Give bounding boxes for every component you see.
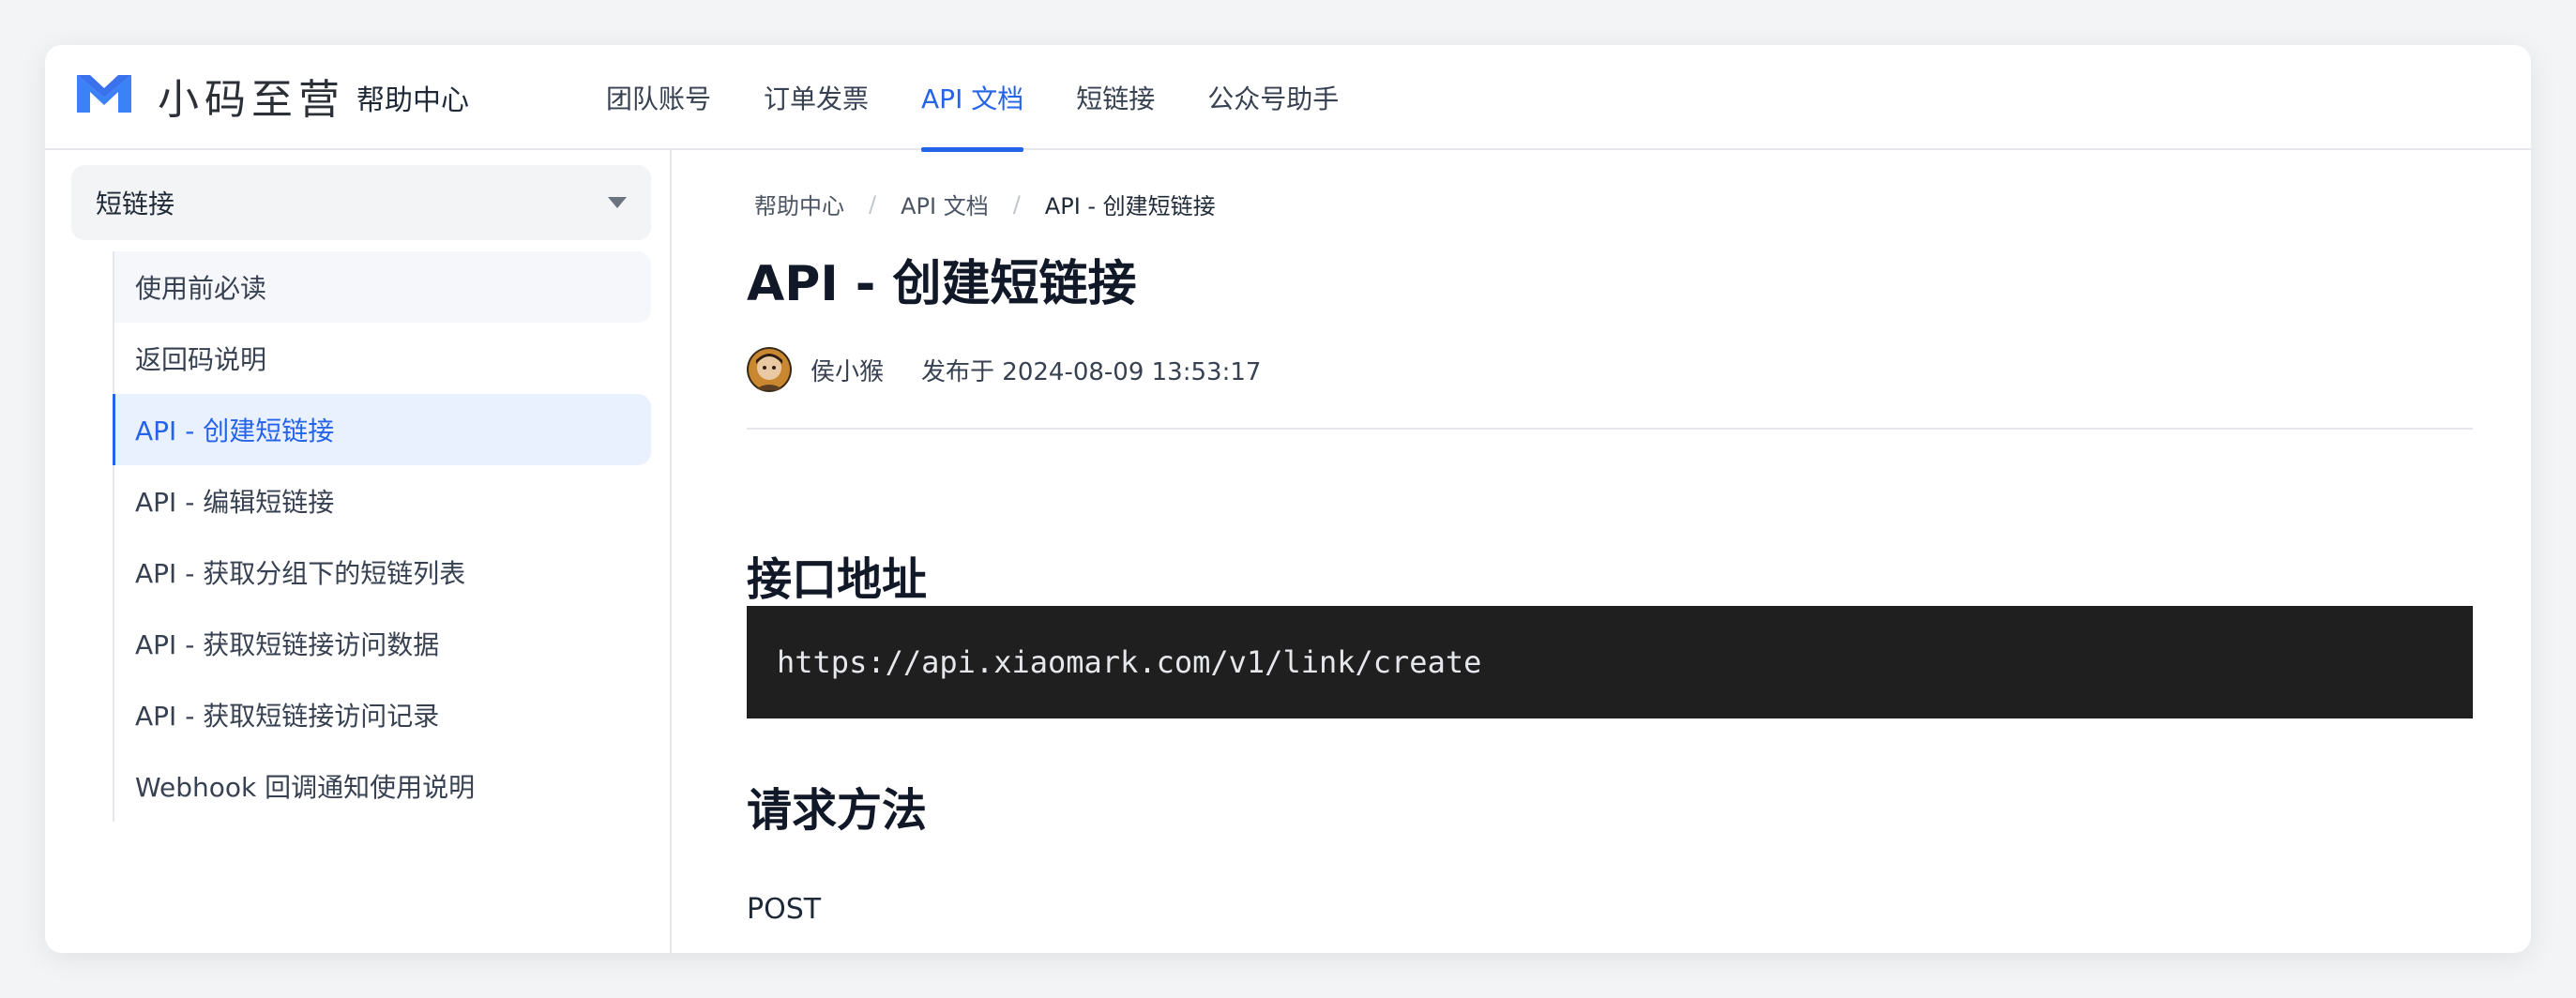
sidebar-item-read-first[interactable]: 使用前必读	[114, 251, 651, 323]
publish-date: 发布于 2024-08-09 13:53:17	[921, 357, 1262, 386]
sidebar-group-short-links[interactable]: 短链接	[71, 165, 651, 240]
sidebar-item-group-link-list[interactable]: API - 获取分组下的短链列表	[114, 537, 651, 608]
breadcrumb-item-help-center[interactable]: 帮助中心	[754, 188, 844, 220]
breadcrumb-item-current: API - 创建短链接	[1044, 193, 1216, 219]
avatar[interactable]	[747, 347, 792, 392]
nav-item-short-links[interactable]: 短链接	[1050, 45, 1181, 150]
caret-down-icon	[608, 197, 627, 208]
breadcrumb-item-api-docs[interactable]: API 文档	[901, 188, 989, 220]
help-center-title[interactable]: 帮助中心	[356, 45, 469, 150]
sidebar-item-link-visit-data[interactable]: API - 获取短链接访问数据	[114, 608, 651, 679]
main-content: 帮助中心 / API 文档 / API - 创建短链接 API - 创建短链接 …	[747, 150, 2473, 953]
endpoint-url: https://api.xiaomark.com/v1/link/create	[777, 644, 1482, 680]
top-nav: 团队账号 订单发票 API 文档 短链接 公众号助手	[580, 45, 1365, 152]
sidebar-item-webhook[interactable]: Webhook 回调通知使用说明	[114, 750, 651, 822]
sidebar-group-label: 短链接	[96, 189, 175, 219]
nav-item-team-account[interactable]: 团队账号	[580, 45, 737, 150]
nav-item-api-docs[interactable]: API 文档	[895, 45, 1050, 152]
breadcrumb-separator: /	[1012, 190, 1021, 218]
nav-item-wechat-assistant[interactable]: 公众号助手	[1181, 45, 1365, 150]
sidebar-item-return-codes[interactable]: 返回码说明	[114, 323, 651, 394]
top-header: 小码至营 帮助中心 团队账号 订单发票 API 文档 短链接 公众号助手	[45, 45, 2531, 152]
breadcrumb: 帮助中心 / API 文档 / API - 创建短链接	[754, 188, 1216, 220]
logo-m-icon	[71, 69, 137, 122]
code-block-endpoint: https://api.xiaomark.com/v1/link/create	[747, 606, 2473, 718]
app-window: 小码至营 帮助中心 团队账号 订单发票 API 文档 短链接 公众号助手 短链接…	[45, 45, 2531, 953]
sidebar: 短链接 使用前必读 返回码说明 API - 创建短链接 API - 编辑短链接 …	[45, 150, 672, 953]
sidebar-item-edit-link[interactable]: API - 编辑短链接	[114, 465, 651, 537]
sidebar-item-link-visit-records[interactable]: API - 获取短链接访问记录	[114, 679, 651, 750]
title-divider	[747, 428, 2473, 430]
sidebar-item-create-link[interactable]: API - 创建短链接	[113, 394, 651, 465]
nav-item-orders-invoices[interactable]: 订单发票	[737, 45, 895, 150]
sidebar-menu: 使用前必读 返回码说明 API - 创建短链接 API - 编辑短链接 API …	[113, 251, 651, 822]
breadcrumb-separator: /	[869, 190, 877, 218]
section-heading-method: 请求方法	[747, 784, 928, 837]
article-meta: 侯小猴 发布于 2024-08-09 13:53:17	[747, 347, 1261, 392]
page-title: API - 创建短链接	[747, 256, 1137, 312]
logo-text: 小码至营	[158, 76, 345, 124]
request-method: POST	[747, 893, 822, 926]
section-heading-endpoint: 接口地址	[747, 553, 928, 606]
author-name[interactable]: 侯小猴	[811, 353, 884, 387]
brand-logo[interactable]: 小码至营	[71, 62, 345, 129]
